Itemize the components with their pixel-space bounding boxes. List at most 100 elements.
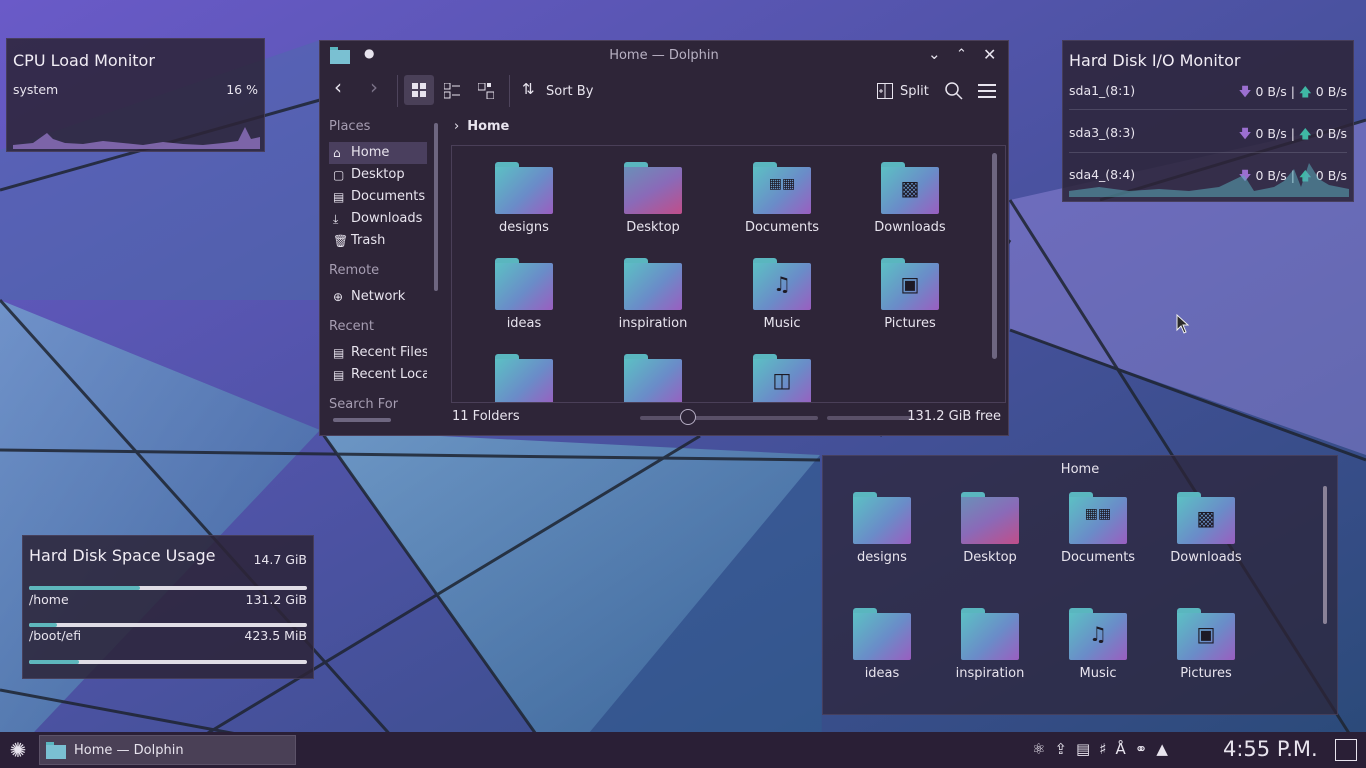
folder-label: Downloads [1170, 550, 1242, 565]
io-device-label: sda1_(8:1) [1069, 83, 1136, 98]
forward-button[interactable]: › [370, 75, 378, 99]
application-launcher-icon[interactable]: ✺ [0, 732, 36, 768]
folder-item[interactable]: ideas [827, 608, 937, 681]
sidebar-item-recent-files[interactable]: ▤ Recent Files [329, 342, 427, 364]
sidebar-item-recent-locations[interactable]: ▤ Recent Locations [329, 364, 427, 386]
tray-expand-icon[interactable]: ▲ [1156, 740, 1177, 758]
film-icon: ◫ [772, 368, 792, 392]
folder-item[interactable]: inspiration [598, 258, 708, 331]
hamburger-menu-icon[interactable] [978, 83, 996, 99]
mount-label: /home [29, 592, 69, 607]
image-icon: ▣ [900, 272, 920, 296]
folder-item[interactable]: ▦▦ Documents [1043, 492, 1153, 565]
folder-label: Documents [744, 220, 820, 235]
folder-item[interactable]: ▣ Pictures [1151, 608, 1261, 681]
cpu-sensor-label: system [13, 82, 59, 97]
sidebar-item-desktop[interactable]: ▢ Desktop [329, 164, 427, 186]
title-bar[interactable]: ● Home — Dolphin ⌄ ⌃ ✕ [320, 41, 1008, 71]
sort-by-button[interactable]: Sort By [546, 84, 593, 99]
trash-icon: 🗑 [333, 234, 349, 248]
folder-item[interactable]: inspiration [935, 608, 1045, 681]
folder-icon [961, 608, 1019, 660]
show-desktop-button[interactable] [1335, 739, 1357, 761]
desktop-icon: ▢ [333, 168, 345, 182]
wifi-icon[interactable]: ⚭ [1135, 740, 1157, 758]
sidebar-item-documents[interactable]: ▤ Documents [329, 186, 427, 208]
folder-icon [853, 608, 911, 660]
folder-item[interactable]: designs [469, 162, 579, 235]
recent-files-icon: ▤ [333, 346, 345, 360]
folder-item[interactable] [469, 354, 579, 402]
folder-view-title[interactable]: Home [823, 462, 1337, 477]
folder-label: designs [499, 220, 549, 235]
kde-connect-icon[interactable]: ⚛ [1032, 740, 1054, 758]
sidebar-item-network[interactable]: ⊕ Network [329, 286, 427, 308]
usage-bar-fill [29, 660, 80, 664]
folder-label: Music [1079, 666, 1117, 681]
minimize-button[interactable]: ⌄ [928, 45, 941, 63]
folder-label: inspiration [955, 666, 1025, 681]
usage-bar [29, 586, 307, 590]
breadcrumb[interactable]: › Home [454, 119, 509, 134]
folder-item[interactable]: ♫ Music [1043, 608, 1153, 681]
pictures-folder-icon: ▣ [1177, 608, 1235, 660]
zoom-slider-handle[interactable] [680, 409, 696, 425]
folder-view-scrollbar[interactable] [1323, 486, 1327, 624]
documents-folder-icon: ▦▦ [1069, 492, 1127, 544]
file-view-scrollbar[interactable] [992, 153, 997, 359]
breadcrumb-home[interactable]: Home [467, 119, 509, 134]
icons-view-button[interactable] [404, 75, 434, 105]
upload-arrow-icon: 🡅 [1298, 126, 1312, 141]
usage-bar-fill [29, 623, 57, 627]
sidebar-item-label: Documents [351, 189, 426, 204]
task-item-dolphin[interactable]: Home — Dolphin [39, 735, 296, 765]
cpu-load-graph [13, 127, 260, 149]
folder-item[interactable]: ▩ Downloads [855, 162, 965, 235]
folder-item[interactable]: ▣ Pictures [855, 258, 965, 331]
sidebar-item-home[interactable]: ⌂ Home [329, 142, 427, 164]
folder-item[interactable]: designs [827, 492, 937, 565]
bluetooth-icon[interactable]: Å [1115, 740, 1134, 758]
download-icon: ▩ [900, 176, 920, 200]
folder-item[interactable]: ideas [469, 258, 579, 331]
file-view[interactable]: designs Desktop ▦▦ Documents ▩ Downloads i… [451, 145, 1006, 403]
updates-icon[interactable]: ⇪ [1054, 740, 1076, 758]
folder-item[interactable]: Desktop [935, 492, 1045, 565]
folder-item[interactable] [598, 354, 708, 402]
back-button[interactable]: ‹ [334, 75, 342, 99]
disk-space-title: Hard Disk Space Usage [29, 546, 216, 565]
sidebar-item-trash[interactable]: 🗑 Trash [329, 230, 427, 252]
maximize-button[interactable]: ⌃ [956, 47, 967, 62]
compact-view-icon[interactable] [444, 83, 460, 99]
folder-item[interactable]: ▩ Downloads [1151, 492, 1261, 565]
folder-item[interactable]: ◫ [727, 354, 837, 402]
sidebar-item-downloads[interactable]: ⤓ Downloads [329, 208, 427, 230]
disk-io-graph [1069, 163, 1349, 197]
close-button[interactable]: ✕ [983, 45, 996, 64]
folder-item[interactable]: Desktop [598, 162, 708, 235]
sidebar-scrollbar[interactable] [434, 123, 438, 291]
clipboard-icon[interactable]: ▤ [1076, 740, 1099, 758]
folder-label: Pictures [1180, 666, 1232, 681]
search-icon[interactable] [945, 82, 963, 100]
folder-item[interactable]: ▦▦ Documents [727, 162, 837, 235]
folder-item[interactable]: ♫ Music [727, 258, 837, 331]
divider [397, 75, 398, 107]
downloads-folder-icon: ▩ [1177, 492, 1235, 544]
clock[interactable]: 4:55 P.M. [1223, 737, 1318, 761]
disk-total-value: 14.7 GiB [253, 552, 307, 567]
remote-header: Remote [329, 263, 380, 278]
download-arrow-icon: 🡇 [1238, 84, 1252, 99]
io-separator: | [1290, 126, 1295, 141]
volume-icon[interactable]: ♯ [1099, 740, 1115, 758]
split-button[interactable]: Split [900, 84, 929, 99]
folder-label: Documents [1060, 550, 1136, 565]
window-title: Home — Dolphin [609, 48, 719, 63]
disk-row: /boot/efi 423.5 MiB [29, 628, 307, 643]
videos-folder-icon: ◫ [753, 354, 811, 402]
details-view-icon[interactable] [478, 83, 494, 99]
io-write-rate: 0 B/s [1315, 84, 1347, 99]
zoom-slider[interactable] [640, 416, 818, 420]
system-tray: ⚛⇪▤♯Å⚭▲ [1032, 740, 1177, 758]
sidebar-horizontal-scrollbar[interactable] [333, 418, 391, 422]
